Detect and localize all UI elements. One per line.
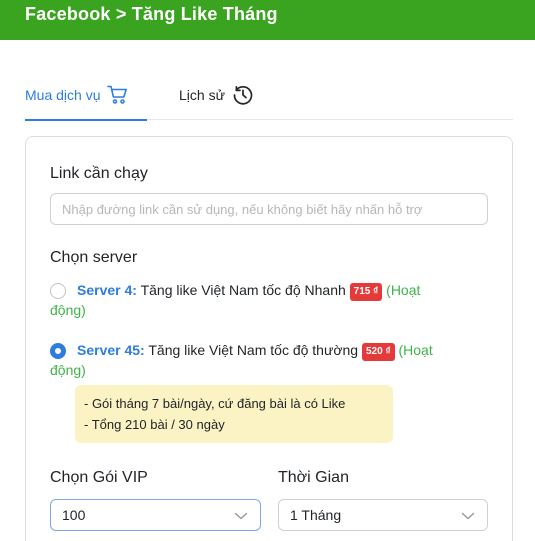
chevron-down-icon [461,509,475,525]
server-4-desc: Tăng like Việt Nam tốc độ Nhanh [140,282,346,298]
server-4-radio[interactable] [50,283,66,299]
vip-package-label: Chọn Gói VIP [50,469,148,486]
note-line: - Gói tháng 7 bài/ngày, cứ đăng bài là c… [84,396,346,411]
server-option-45[interactable]: Server 45: Tăng like Việt Nam tốc độ thư… [50,340,490,361]
server-45-desc: Tăng like Việt Nam tốc độ thường [148,342,359,358]
server-4-price-badge: 715 ₫ [349,283,383,301]
server-45-price-badge: 520 ₫ [361,343,395,361]
link-input[interactable] [50,193,488,225]
page-title: Facebook > Tăng Like Tháng [25,4,278,24]
server-4-status-wrap: động) [50,302,86,318]
clock-history-icon [232,84,254,106]
server-note-box: - Gói tháng 7 bài/ngày, cứ đăng bài là c… [75,385,393,443]
duration-label: Thời Gian [278,469,349,486]
note-line: - Tổng 210 bài / 30 ngày [84,417,225,432]
server-4-text: Server 4: Tăng like Việt Nam tốc độ Nhan… [77,280,490,301]
cart-icon [107,85,129,105]
server-45-name: Server 45: [77,342,145,358]
server-4-name: Server 4: [77,282,137,298]
server-45-radio[interactable] [50,343,66,359]
order-form-card: Link cần chạy Chọn server Server 4: Tăng… [25,136,513,541]
duration-select[interactable]: 1 Tháng [278,499,488,531]
tab-buy-service-label: Mua dịch vụ [25,86,101,103]
link-label: Link cần chạy [50,165,148,182]
server-option-4[interactable]: Server 4: Tăng like Việt Nam tốc độ Nhan… [50,280,490,301]
server-label: Chọn server [50,249,138,266]
server-45-text: Server 45: Tăng like Việt Nam tốc độ thư… [77,340,490,361]
duration-value: 1 Tháng [290,507,342,523]
server-45-status: (Hoạt [398,342,433,358]
tab-bar: Mua dịch vụ Lịch sử [25,70,513,121]
top-bar: Facebook > Tăng Like Tháng [0,0,535,40]
server-45-status-wrap: động) [50,362,86,378]
tab-history[interactable]: Lịch sử [179,70,254,119]
tab-buy-service[interactable]: Mua dịch vụ [25,70,147,121]
vip-package-select[interactable]: 100 [50,499,261,531]
chevron-down-icon [234,509,248,525]
vip-package-value: 100 [62,507,86,523]
tab-history-label: Lịch sử [179,86,225,103]
server-4-status: (Hoạt [386,282,421,298]
